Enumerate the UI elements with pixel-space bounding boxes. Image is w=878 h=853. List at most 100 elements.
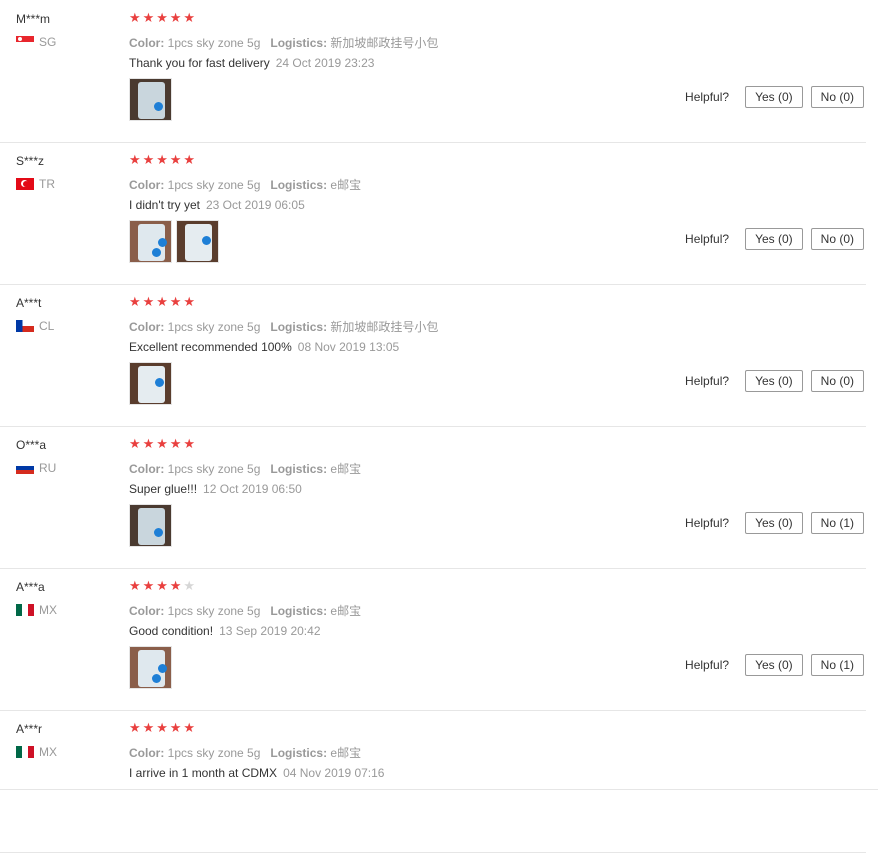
reviewer-name: S***z xyxy=(16,154,45,168)
logistics-label: Logistics: xyxy=(270,178,328,192)
review-photo-thumbnail[interactable] xyxy=(176,220,219,263)
star-icon: ★ xyxy=(169,436,182,451)
star-icon: ★ xyxy=(129,152,141,167)
review-item: A***t CL ★ ★ ★ ★ ★ Color: 1pcs sky zone 5g Logis… xyxy=(0,284,866,427)
helpful-label: Helpful? xyxy=(685,232,730,246)
star-icon: ★ xyxy=(156,152,168,167)
review-body: I didn't try yet xyxy=(129,198,200,212)
color-value: 1pcs sky zone 5g xyxy=(167,746,261,760)
star-icon: ★ xyxy=(156,720,168,735)
star-icon: ★ xyxy=(169,10,182,25)
helpful-yes-button[interactable]: Yes (0) xyxy=(745,512,803,534)
review-date: 24 Oct 2019 23:23 xyxy=(275,56,375,70)
helpful-yes-button[interactable]: Yes (0) xyxy=(745,654,803,676)
star-rating: ★ ★ ★ ★ ★ xyxy=(129,437,197,451)
country-code: SG xyxy=(39,35,57,49)
review-date: 13 Sep 2019 20:42 xyxy=(219,624,321,638)
star-icon: ★ xyxy=(129,578,141,593)
order-attributes: Color: 1pcs sky zone 5g Logistics: e邮宝 xyxy=(129,176,361,193)
star-icon: ★ xyxy=(142,720,155,735)
helpful-no-button[interactable]: No (0) xyxy=(810,228,864,250)
color-value: 1pcs sky zone 5g xyxy=(167,462,261,476)
star-icon: ★ xyxy=(183,720,196,735)
star-icon: ★ xyxy=(156,578,168,593)
star-icon: ★ xyxy=(183,578,196,593)
review-photo-thumbnail[interactable] xyxy=(129,362,172,405)
review-photos xyxy=(129,78,172,121)
star-icon: ★ xyxy=(156,436,168,451)
helpful-label: Helpful? xyxy=(685,90,730,104)
helpful-votes: Helpful? Yes (0) No (1) xyxy=(685,512,864,534)
review-date: 23 Oct 2019 06:05 xyxy=(206,198,305,212)
helpful-votes: Helpful? Yes (0) No (0) xyxy=(685,370,864,392)
helpful-votes: Helpful? Yes (0) No (0) xyxy=(685,228,864,250)
star-icon: ★ xyxy=(169,720,182,735)
star-icon: ★ xyxy=(169,152,182,167)
review-date: 12 Oct 2019 06:50 xyxy=(203,482,302,496)
country-flag-icon xyxy=(16,178,34,190)
reviewer-country: SG xyxy=(16,35,56,49)
logistics-value: e邮宝 xyxy=(330,462,362,476)
review-body: I arrive in 1 month at CDMX xyxy=(129,766,278,780)
star-icon: ★ xyxy=(129,436,141,451)
star-icon: ★ xyxy=(142,578,155,593)
star-icon: ★ xyxy=(142,436,155,451)
review-date: 08 Nov 2019 13:05 xyxy=(297,340,400,354)
review-text: I arrive in 1 month at CDMX 04 Nov 2019 0… xyxy=(129,766,384,780)
helpful-label: Helpful? xyxy=(685,658,730,672)
star-icon: ★ xyxy=(129,10,141,25)
star-icon: ★ xyxy=(169,578,182,593)
country-code: CL xyxy=(39,319,55,333)
helpful-no-button[interactable]: No (1) xyxy=(810,512,864,534)
star-rating: ★ ★ ★ ★ ★ xyxy=(129,153,197,167)
logistics-value: e邮宝 xyxy=(330,604,362,618)
review-item: O***a RU ★ ★ ★ ★ ★ Color: 1pcs sky zone 5g Logis… xyxy=(0,426,866,569)
review-photo-thumbnail[interactable] xyxy=(129,220,172,263)
reviewer-name: O***a xyxy=(16,438,47,452)
logistics-label: Logistics: xyxy=(270,320,328,334)
reviewer-name: A***r xyxy=(16,722,43,736)
reviewer-country: MX xyxy=(16,745,57,759)
color-label: Color: xyxy=(129,36,165,50)
review-photos xyxy=(129,504,172,547)
divider xyxy=(0,789,878,790)
review-text: Good condition! 13 Sep 2019 20:42 xyxy=(129,624,321,638)
review-text: I didn't try yet 23 Oct 2019 06:05 xyxy=(129,198,305,212)
helpful-yes-button[interactable]: Yes (0) xyxy=(745,86,803,108)
review-photo-thumbnail[interactable] xyxy=(129,78,172,121)
review-photos xyxy=(129,220,219,263)
reviewer-name: M***m xyxy=(16,12,51,26)
helpful-label: Helpful? xyxy=(685,374,730,388)
review-body: Excellent recommended 100% xyxy=(129,340,292,354)
review-photo-thumbnail[interactable] xyxy=(129,646,172,689)
star-icon: ★ xyxy=(142,294,155,309)
order-attributes: Color: 1pcs sky zone 5g Logistics: e邮宝 xyxy=(129,460,361,477)
review-item: M***m SG ★ ★ ★ ★ ★ Color: 1pcs sky zone 5g Logis… xyxy=(0,0,866,143)
helpful-yes-button[interactable]: Yes (0) xyxy=(745,228,803,250)
review-body: Thank you for fast delivery xyxy=(129,56,270,70)
review-body: Good condition! xyxy=(129,624,214,638)
reviewer-country: TR xyxy=(16,177,55,191)
helpful-no-button[interactable]: No (0) xyxy=(810,86,864,108)
logistics-value: 新加坡邮政挂号小包 xyxy=(330,320,439,334)
helpful-yes-button[interactable]: Yes (0) xyxy=(745,370,803,392)
star-icon: ★ xyxy=(169,294,182,309)
logistics-label: Logistics: xyxy=(270,604,328,618)
helpful-no-button[interactable]: No (0) xyxy=(810,370,864,392)
star-icon: ★ xyxy=(156,294,168,309)
helpful-votes: Helpful? Yes (0) No (1) xyxy=(685,654,864,676)
review-text: Excellent recommended 100% 08 Nov 2019 13… xyxy=(129,340,399,354)
order-attributes: Color: 1pcs sky zone 5g Logistics: e邮宝 xyxy=(129,602,361,619)
helpful-no-button[interactable]: No (1) xyxy=(810,654,864,676)
star-icon: ★ xyxy=(183,10,196,25)
star-icon: ★ xyxy=(183,294,196,309)
country-code: MX xyxy=(39,603,57,617)
star-icon: ★ xyxy=(183,436,196,451)
star-rating: ★ ★ ★ ★ ★ xyxy=(129,721,197,735)
logistics-label: Logistics: xyxy=(270,462,328,476)
helpful-label: Helpful? xyxy=(685,516,730,530)
color-label: Color: xyxy=(129,604,165,618)
review-photo-thumbnail[interactable] xyxy=(129,504,172,547)
star-icon: ★ xyxy=(142,10,155,25)
color-label: Color: xyxy=(129,746,165,760)
